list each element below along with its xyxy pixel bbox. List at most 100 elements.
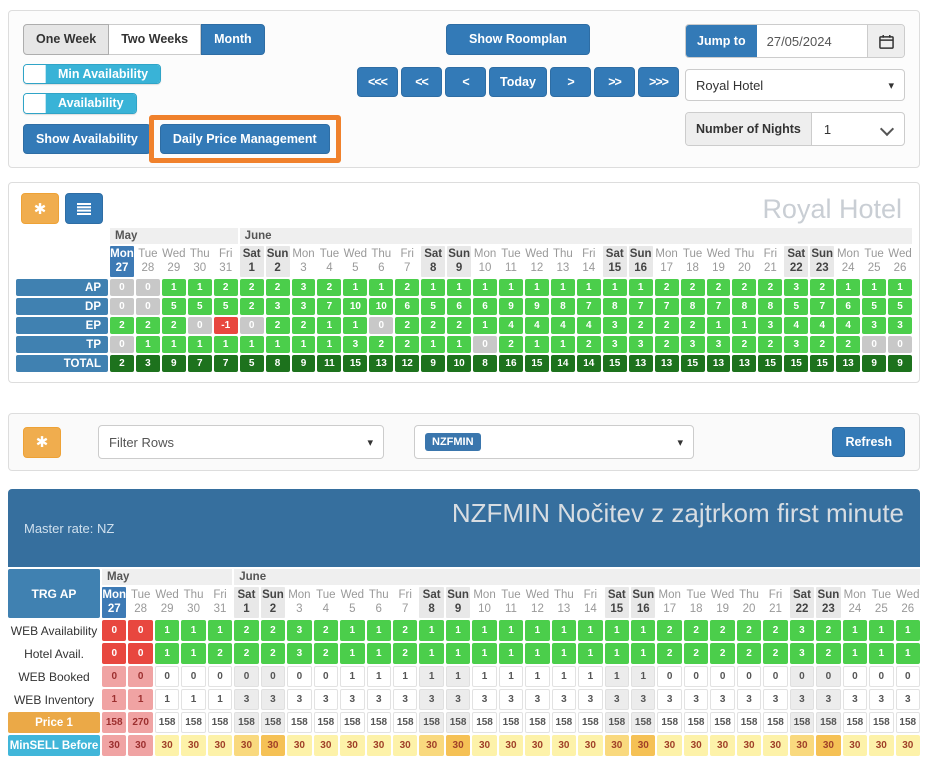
grid-cell[interactable]: 1	[551, 620, 577, 641]
grid-cell[interactable]: 0	[287, 666, 312, 687]
grid-cell[interactable]: 158	[181, 712, 206, 733]
grid-cell[interactable]: 30	[207, 735, 233, 756]
one-week-button[interactable]: One Week	[23, 24, 110, 55]
grid-cell[interactable]: 158	[710, 712, 735, 733]
grid-cell[interactable]: 158	[842, 712, 868, 733]
grid-cell[interactable]: 0	[869, 666, 894, 687]
month-button[interactable]: Month	[201, 24, 265, 55]
grid-cell[interactable]: 30	[710, 735, 735, 756]
grid-cell[interactable]: 0	[154, 666, 180, 687]
grid-cell[interactable]: 158	[498, 712, 524, 733]
grid-cell[interactable]: 30	[128, 735, 153, 756]
grid-cell[interactable]: 1	[869, 620, 894, 641]
grid-cell[interactable]: 30	[313, 735, 339, 756]
grid-cell[interactable]: 158	[631, 712, 656, 733]
grid-cell[interactable]: 0	[313, 666, 339, 687]
grid-cell[interactable]: 1	[419, 620, 444, 641]
grid-cell[interactable]: 1	[604, 643, 630, 664]
grid-cell[interactable]: 0	[234, 666, 259, 687]
grid-cell[interactable]: 158	[102, 712, 127, 733]
grid-cell[interactable]: 3	[763, 689, 788, 710]
grid-cell[interactable]: 1	[340, 643, 365, 664]
grid-cell[interactable]: 0	[683, 666, 709, 687]
list-view-button[interactable]	[65, 193, 103, 224]
grid-cell[interactable]: 30	[842, 735, 868, 756]
show-availability-button[interactable]: Show Availability	[23, 123, 151, 154]
filter-rows-select[interactable]: Filter Rows ▾	[98, 425, 384, 459]
grid-cell[interactable]: 3	[445, 689, 471, 710]
grid-cell[interactable]: 1	[631, 643, 656, 664]
grid-cell[interactable]: 2	[313, 620, 339, 641]
grid-cell[interactable]: 270	[128, 712, 153, 733]
grid-cell[interactable]: 30	[154, 735, 180, 756]
nav-back-week-button[interactable]: <<	[401, 66, 442, 97]
grid-cell[interactable]: 3	[631, 689, 656, 710]
grid-cell[interactable]: 158	[789, 712, 815, 733]
two-weeks-button[interactable]: Two Weeks	[109, 24, 202, 55]
grid-cell[interactable]: 158	[234, 712, 259, 733]
grid-cell[interactable]: 0	[128, 620, 153, 641]
grid-cell[interactable]: 2	[816, 643, 841, 664]
grid-cell[interactable]: 0	[657, 666, 682, 687]
grid-cell[interactable]: 1	[445, 620, 471, 641]
grid-cell[interactable]: 1	[869, 643, 894, 664]
daily-price-management-button[interactable]: Daily Price Management	[159, 123, 330, 154]
grid-cell[interactable]: 0	[736, 666, 762, 687]
grid-cell[interactable]: 158	[763, 712, 788, 733]
grid-cell[interactable]: 2	[234, 620, 259, 641]
grid-cell[interactable]: 1	[895, 643, 920, 664]
grid-cell[interactable]: 30	[816, 735, 841, 756]
grid-cell[interactable]: 3	[472, 689, 497, 710]
availability-toggle[interactable]: Availability	[23, 93, 137, 114]
grid-cell[interactable]: 1	[551, 643, 577, 664]
grid-cell[interactable]: 30	[763, 735, 788, 756]
jump-to-button[interactable]: Jump to	[686, 25, 757, 57]
hotel-select[interactable]: Royal Hotel ▾	[685, 69, 905, 101]
grid-cell[interactable]: 1	[366, 620, 391, 641]
grid-cell[interactable]: 3	[710, 689, 735, 710]
grid-cell[interactable]: 1	[181, 620, 206, 641]
nav-forward-week-button[interactable]: >>	[594, 66, 635, 97]
grid-cell[interactable]: 1	[472, 643, 497, 664]
grid-cell[interactable]: 2	[392, 620, 418, 641]
grid-cell[interactable]: 158	[445, 712, 471, 733]
grid-cell[interactable]: 0	[128, 666, 153, 687]
grid-cell[interactable]: 0	[816, 666, 841, 687]
grid-cell[interactable]: 158	[472, 712, 497, 733]
grid-cell[interactable]: 2	[657, 643, 682, 664]
grid-cell[interactable]: 2	[207, 643, 233, 664]
grid-cell[interactable]: 158	[419, 712, 444, 733]
grid-cell[interactable]: 1	[578, 643, 603, 664]
grid-cell[interactable]: 3	[525, 689, 550, 710]
grid-cell[interactable]: 158	[816, 712, 841, 733]
grid-cell[interactable]: 158	[207, 712, 233, 733]
grid-cell[interactable]: 30	[631, 735, 656, 756]
grid-cell[interactable]: 3	[895, 689, 920, 710]
grid-cell[interactable]: 0	[207, 666, 233, 687]
grid-cell[interactable]: 1	[366, 643, 391, 664]
grid-cell[interactable]: 1	[154, 689, 180, 710]
grid-cell[interactable]: 2	[234, 643, 259, 664]
grid-cell[interactable]: 158	[392, 712, 418, 733]
grid-cell[interactable]: 1	[102, 689, 127, 710]
grid-cell[interactable]: 158	[287, 712, 312, 733]
grid-cell[interactable]: 1	[128, 689, 153, 710]
grid-cell[interactable]: 30	[102, 735, 127, 756]
grid-cell[interactable]: 0	[128, 643, 153, 664]
grid-cell[interactable]: 2	[736, 643, 762, 664]
nav-back-day-button[interactable]: <	[445, 66, 486, 97]
grid-cell[interactable]: 30	[683, 735, 709, 756]
nav-today-button[interactable]: Today	[489, 66, 547, 97]
grid-cell[interactable]: 3	[683, 689, 709, 710]
grid-cell[interactable]: 1	[340, 620, 365, 641]
grid-cell[interactable]: 30	[340, 735, 365, 756]
calendar-icon[interactable]	[867, 25, 904, 57]
grid-cell[interactable]: 2	[816, 620, 841, 641]
grid-cell[interactable]: 158	[340, 712, 365, 733]
grid-cell[interactable]: 3	[789, 643, 815, 664]
grid-cell[interactable]: 158	[154, 712, 180, 733]
rate-select[interactable]: NZFMIN ▾	[414, 425, 694, 459]
grid-cell[interactable]: 1	[154, 620, 180, 641]
grid-cell[interactable]: 30	[181, 735, 206, 756]
min-availability-toggle[interactable]: Min Availability	[23, 63, 162, 84]
